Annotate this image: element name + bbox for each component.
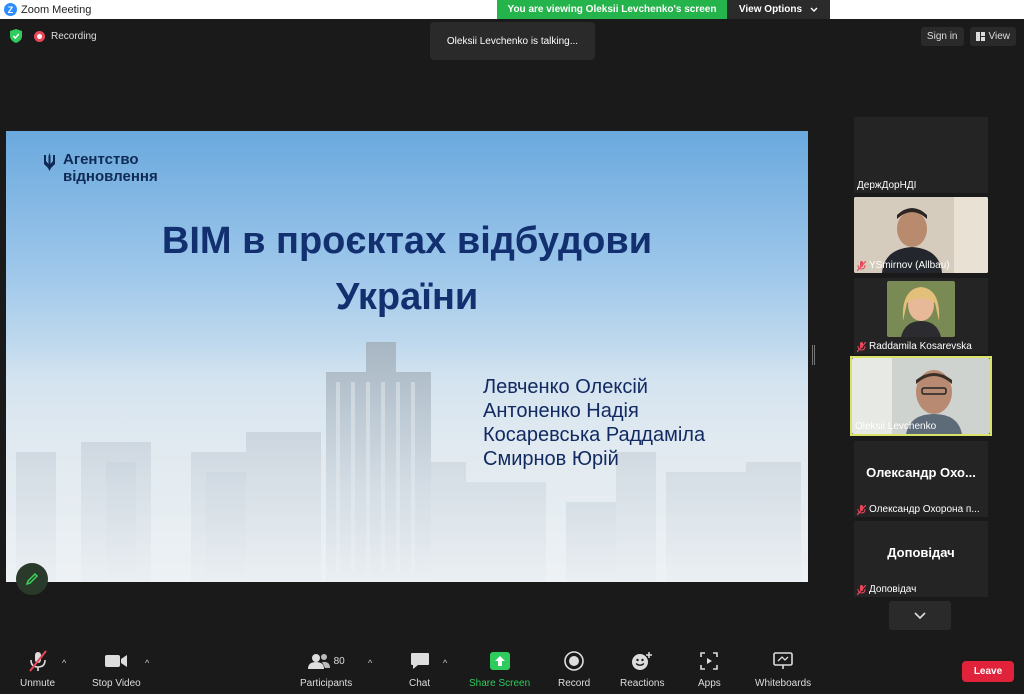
mic-muted-icon: [857, 260, 866, 271]
video-camera-icon: [105, 655, 128, 667]
whiteboards-button[interactable]: Whiteboards: [755, 650, 811, 689]
chat-label: Chat: [409, 678, 431, 689]
participant-name: Олександр Охорона п...: [857, 504, 987, 515]
whiteboards-label: Whiteboards: [755, 678, 812, 689]
share-banner: You are viewing Oleksii Levchenko's scre…: [497, 0, 830, 19]
author-name: Левченко Олексій: [483, 376, 648, 398]
slide-title: BIM в проєктах відбудови України: [6, 213, 808, 325]
mic-muted-icon: [857, 504, 866, 515]
record-icon: [564, 651, 584, 671]
participant-video: [887, 281, 955, 337]
reactions-label: Reactions: [620, 678, 665, 689]
participants-button[interactable]: 80 Participants: [300, 650, 352, 689]
unmute-button[interactable]: Unmute: [20, 650, 55, 689]
participant-display-name: Олександр Охо...: [866, 465, 976, 480]
reactions-button[interactable]: Reactions: [620, 650, 664, 689]
person-silhouette: [887, 281, 955, 337]
agency-logo: Агентство відновлення: [44, 151, 158, 185]
sign-in-button[interactable]: Sign in: [920, 27, 964, 46]
whiteboard-icon: [773, 652, 793, 669]
recording-indicator[interactable]: Recording: [34, 30, 97, 42]
leave-button[interactable]: Leave: [962, 661, 1014, 682]
apps-button[interactable]: Apps: [698, 650, 721, 689]
participant-tile[interactable]: YSmirnov (Allbau): [854, 197, 988, 273]
view-label: View: [988, 31, 1011, 42]
participant-tile[interactable]: Олександр Охо... Олександр Охорона п...: [854, 441, 988, 517]
video-options-caret[interactable]: ^: [145, 658, 149, 668]
chevron-down-icon: [810, 7, 818, 12]
share-screen-icon: [489, 652, 510, 670]
meeting-toolbar: Unmute ^ Stop Video ^ 80 Participants ^ …: [0, 646, 1024, 694]
participants-options-caret[interactable]: ^: [368, 658, 372, 668]
sign-in-label: Sign in: [926, 31, 958, 42]
slide-title-line2: України: [335, 276, 479, 318]
agency-name-line2: відновлення: [63, 168, 158, 185]
top-right-controls: Sign in View: [920, 27, 1016, 46]
stop-video-button[interactable]: Stop Video: [92, 650, 141, 689]
recording-label: Recording: [51, 30, 97, 42]
participant-name: ДержДорНДІ: [857, 180, 917, 191]
participant-name: Raddamila Kosarevska: [857, 341, 987, 352]
agency-name-line1: Агентство: [63, 151, 139, 168]
encryption-shield-icon[interactable]: [10, 29, 22, 43]
participant-display-name: Доповідач: [887, 545, 955, 560]
window-title: Zoom Meeting: [21, 3, 92, 16]
participants-count: 80: [333, 655, 345, 667]
participant-name: Доповідач: [857, 584, 987, 595]
annotate-button[interactable]: [16, 563, 48, 595]
view-options-label: View Options: [738, 4, 803, 15]
grid-view-icon: [975, 32, 985, 41]
trident-emblem-icon: [44, 153, 55, 171]
meeting-status: Recording: [10, 29, 97, 43]
shared-screen: Агентство відновлення BIM в проєктах від…: [6, 131, 808, 582]
unmute-label: Unmute: [20, 678, 56, 689]
mic-muted-icon: [857, 584, 866, 595]
participants-label: Participants: [300, 678, 353, 689]
chat-options-caret[interactable]: ^: [443, 658, 447, 668]
participant-tile[interactable]: Raddamila Kosarevska: [854, 278, 988, 354]
view-options-button[interactable]: View Options: [727, 0, 830, 19]
record-label: Record: [558, 678, 591, 689]
chat-button[interactable]: Chat: [409, 650, 430, 689]
chat-bubble-icon: [410, 653, 429, 669]
smiley-icon: [632, 652, 653, 670]
slide-title-line1: BIM в проєктах відбудови: [161, 220, 653, 262]
audio-options-caret[interactable]: ^: [62, 658, 66, 668]
participant-tile[interactable]: ДержДорНДІ: [854, 117, 988, 193]
active-speaker-tile[interactable]: Oleksii Levchenko: [850, 356, 992, 436]
panel-resize-handle[interactable]: [812, 345, 815, 365]
more-participants-button[interactable]: [889, 601, 951, 630]
apps-icon: [700, 652, 719, 670]
share-screen-label: Share Screen: [469, 678, 531, 689]
chevron-down-icon: [914, 611, 926, 619]
participant-name: YSmirnov (Allbau): [857, 260, 987, 271]
author-name: Смирнов Юрій: [483, 448, 619, 470]
participant-name: Oleksii Levchenko: [855, 421, 937, 432]
pencil-icon: [25, 572, 39, 586]
record-button[interactable]: Record: [558, 650, 590, 689]
recording-icon: [34, 30, 45, 42]
mic-muted-icon: [28, 650, 47, 672]
apps-label: Apps: [698, 678, 721, 689]
author-name: Антоненко Надія: [483, 400, 639, 422]
zoom-window: Z Zoom Meeting You are viewing Oleksii L…: [0, 0, 1024, 694]
participant-tile[interactable]: Доповідач Доповідач: [854, 521, 988, 597]
active-speaker-banner: Oleksii Levchenko is talking...: [430, 22, 595, 60]
viewing-screen-message: You are viewing Oleksii Levchenko's scre…: [497, 0, 727, 19]
share-screen-button[interactable]: Share Screen: [469, 650, 530, 689]
view-button[interactable]: View: [969, 27, 1016, 46]
zoom-logo-icon: Z: [4, 3, 17, 16]
participants-icon: [307, 654, 330, 669]
stop-video-label: Stop Video: [92, 678, 141, 689]
author-name: Косаревська Раддаміла: [483, 424, 706, 446]
mic-muted-icon: [857, 341, 866, 352]
authors-list: Левченко Олексій Антоненко Надія Косарев…: [483, 375, 705, 471]
